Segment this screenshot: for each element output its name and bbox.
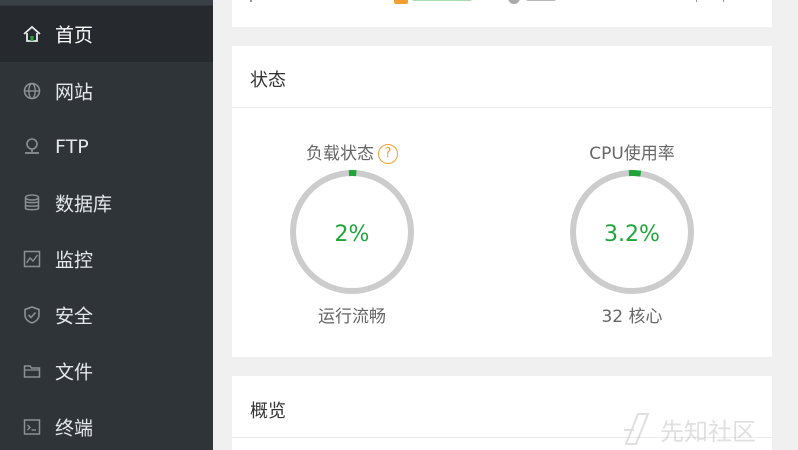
database-icon [22, 193, 42, 213]
sidebar-top-edge [0, 0, 213, 5]
terminal-icon [22, 417, 42, 437]
sidebar-item-files[interactable]: 文件 [0, 343, 213, 399]
top-card-badge-icon [394, 0, 408, 4]
overview-card-title: 概览 [250, 401, 286, 422]
help-icon[interactable]: ? [378, 144, 398, 164]
monitor-icon [22, 249, 42, 269]
status-card: 状态 负载状态? 2% 运行流畅 CPU使用率 3.2% 32 核心 [232, 46, 772, 357]
cpu-gauge[interactable]: CPU使用率 3.2% 32 核心 [557, 126, 707, 327]
top-card-fragment-right [696, 0, 724, 2]
sidebar-item-database[interactable]: 数据库 [0, 175, 213, 231]
folder-icon [22, 361, 42, 381]
sidebar-item-label: 文件 [55, 361, 94, 384]
ftp-icon [22, 137, 42, 157]
divider [232, 107, 772, 108]
sidebar-item-label: 首页 [55, 24, 94, 47]
watermark-logo-icon [624, 413, 650, 445]
sidebar-item-security[interactable]: 安全 [0, 287, 213, 343]
sidebar-item-label: 安全 [55, 305, 94, 328]
sidebar-item-ftp[interactable]: FTP [0, 119, 213, 175]
sidebar-item-terminal[interactable]: 终端 [0, 399, 213, 450]
load-gauge-title: 负载状态 [306, 144, 374, 164]
sidebar: 首页 网站 FTP 数据库 监控 安全 文件 终端 [0, 0, 213, 450]
sidebar-item-label: FTP [55, 136, 89, 158]
top-card-gear-icon [508, 0, 520, 4]
sidebar-item-website[interactable]: 网站 [0, 63, 213, 119]
sidebar-item-label: 监控 [55, 249, 94, 272]
cpu-gauge-value: 3.2% [604, 222, 660, 247]
load-gauge-title-row: 负载状态? [277, 139, 427, 164]
sidebar-item-label: 数据库 [55, 193, 113, 216]
top-card-fragment-green [412, 0, 472, 1]
cpu-gauge-title: CPU使用率 [589, 144, 675, 164]
status-card-title: 状态 [250, 70, 286, 91]
sidebar-item-monitor[interactable]: 监控 [0, 231, 213, 287]
top-card-fragment-left [250, 0, 256, 2]
home-icon [22, 24, 42, 44]
load-gauge-value: 2% [334, 222, 370, 247]
top-card-fragment-gray [526, 0, 556, 1]
load-gauge-status: 运行流畅 [318, 307, 386, 327]
watermark: 先知社区 [620, 408, 790, 448]
load-gauge[interactable]: 负载状态? 2% 运行流畅 [277, 126, 427, 327]
watermark-text: 先知社区 [660, 418, 756, 446]
shield-icon [22, 305, 42, 325]
globe-icon [22, 81, 42, 101]
sidebar-item-home[interactable]: 首页 [0, 6, 213, 62]
sidebar-item-label: 终端 [55, 417, 94, 440]
sidebar-item-label: 网站 [55, 81, 94, 104]
top-card-partial [232, 0, 772, 27]
cpu-gauge-cores: 32 核心 [601, 307, 663, 327]
